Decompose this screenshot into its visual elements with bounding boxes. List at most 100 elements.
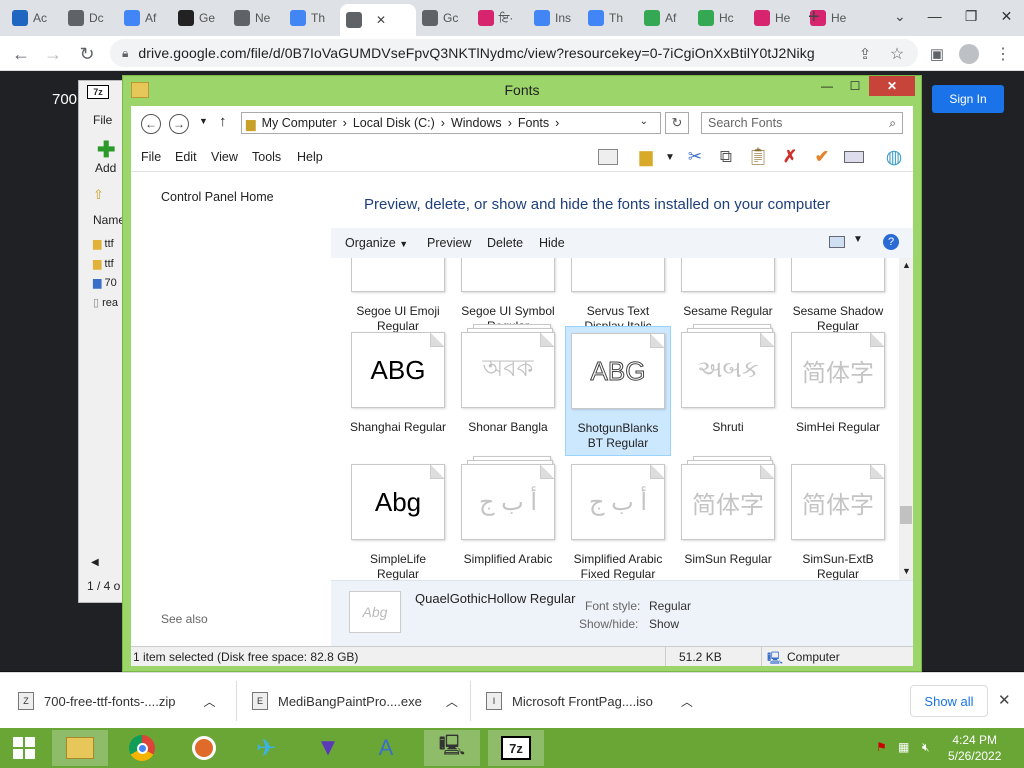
volume-muted-icon[interactable]: 🔇︎ [922, 740, 930, 755]
up-arrow-icon[interactable]: ↑ [219, 113, 227, 130]
browser-tab[interactable]: Ins [528, 6, 582, 30]
chevron-up-icon[interactable]: ︿ [446, 693, 458, 710]
font-item[interactable]: ABG Shanghai Regular [345, 326, 451, 456]
new-tab-button[interactable]: + [808, 6, 820, 29]
sevenzip-menu-file[interactable]: File [93, 113, 112, 127]
add-plus-icon[interactable]: ✚ [97, 137, 115, 163]
menu-file[interactable]: File [141, 150, 161, 164]
profile-avatar[interactable] [956, 41, 982, 67]
search-input[interactable]: Search Fonts ⌕ [701, 112, 903, 134]
copy-icon[interactable]: ⧉ [715, 146, 737, 168]
menu-edit[interactable]: Edit [175, 150, 197, 164]
browser-tab[interactable]: Gc [416, 6, 472, 30]
close-icon[interactable]: ✕ [869, 76, 915, 96]
scroll-down-arrow-icon[interactable]: ▼ [902, 566, 911, 576]
breadcrumb-my-computer[interactable]: My Computer [262, 116, 337, 130]
vertical-scrollbar[interactable]: ▲ ▼ [899, 258, 913, 580]
restore-icon[interactable]: ❐ [965, 8, 978, 25]
organize-button[interactable]: Organize ▼ [345, 236, 408, 250]
close-tab-icon[interactable]: ✕ [376, 13, 386, 27]
breadcrumb-windows[interactable]: Windows [451, 116, 502, 130]
properties-icon[interactable] [843, 146, 865, 168]
back-arrow-icon[interactable]: ← [8, 41, 34, 67]
browser-tab[interactable]: Ge [172, 6, 228, 30]
hide-button[interactable]: Hide [539, 236, 565, 250]
share-icon[interactable]: ⇪ [852, 41, 878, 67]
sevenzip-taskbar-icon[interactable]: 7z [488, 730, 544, 766]
network-icon[interactable]: ▦ [898, 740, 909, 754]
refresh-icon[interactable]: ↻ [665, 112, 689, 134]
browser-tab[interactable]: Dc [62, 6, 118, 30]
view-chevron-icon[interactable]: ▼ [853, 234, 863, 245]
font-item[interactable]: Segoe UI Emoji Regular [345, 258, 451, 334]
folder-options-icon[interactable]: ▆ [635, 146, 657, 168]
installer-taskbar-icon[interactable]: 🖳︎ [424, 730, 480, 766]
font-item[interactable]: ABG ShotgunBlanks BT Regular [565, 326, 671, 456]
scroll-left-arrow-icon[interactable]: ◀ [91, 557, 99, 568]
scroll-thumb[interactable] [900, 506, 912, 524]
font-item[interactable]: Segoe UI SymbolRegular [455, 258, 561, 334]
file-explorer-taskbar-icon[interactable] [52, 730, 108, 766]
browser-tab[interactable]: ✕ [340, 4, 416, 36]
minimize-icon[interactable]: — [813, 76, 841, 96]
sign-in-button[interactable]: Sign In [932, 85, 1004, 113]
font-item[interactable]: 简体字 SimHei Regular [785, 326, 891, 456]
delete-x-icon[interactable]: ✗ [779, 146, 801, 168]
browser-tab[interactable]: He [748, 6, 804, 30]
list-item[interactable]: ▆ 70 [93, 274, 118, 294]
recent-chevron-icon[interactable]: ▼ [199, 116, 208, 126]
chevron-up-icon[interactable]: ︿ [681, 693, 693, 710]
start-windows-icon[interactable] [0, 730, 48, 766]
maximize-icon[interactable]: ☐ [841, 76, 869, 96]
vector-app-taskbar-icon[interactable]: ▼ [300, 730, 356, 766]
font-item[interactable]: Servus TextDisplay Italic [565, 258, 671, 334]
list-item[interactable]: ▯ rea [93, 294, 118, 314]
show-all-button[interactable]: Show all [910, 685, 988, 717]
side-panel-icon[interactable]: ▣ [924, 41, 950, 67]
browser-tab[interactable]: Af [638, 6, 692, 30]
browser-tab[interactable]: Ac [6, 6, 62, 30]
font-item[interactable]: Sesame Regular [675, 258, 781, 319]
forward-arrow-icon[interactable]: → [40, 41, 66, 67]
font-item[interactable]: أ ب ج Simplified Arabic [455, 456, 561, 580]
browser-tab[interactable]: Th [582, 6, 638, 30]
cut-scissors-icon[interactable]: ✂ [684, 146, 706, 168]
layout-pane-icon[interactable] [597, 146, 619, 168]
font-item[interactable]: অবক Shonar Bangla [455, 324, 561, 456]
paint-app-taskbar-icon[interactable] [176, 730, 232, 766]
back-arrow-icon[interactable]: ← [141, 114, 161, 134]
minimize-icon[interactable]: — [928, 8, 942, 24]
chevron-up-icon[interactable]: ︿ [204, 693, 216, 710]
close-window-icon[interactable]: ✕ [1001, 8, 1013, 25]
help-icon[interactable]: ? [883, 234, 899, 250]
download-item-exe[interactable]: E MediBangPaintPro....exe ︿ [252, 683, 458, 719]
browser-tab[interactable]: Hc [692, 6, 748, 30]
font-item[interactable]: Abg SimpleLife Regular [345, 458, 451, 580]
sevenzip-add-label[interactable]: Add [95, 161, 116, 175]
list-item[interactable]: ▆ ttf [93, 235, 118, 255]
menu-tools[interactable]: Tools [252, 150, 281, 164]
checkmark-icon[interactable]: ✔ [811, 146, 833, 168]
menu-help[interactable]: Help [297, 150, 323, 164]
search-icon[interactable]: ⌕ [889, 116, 896, 131]
font-item[interactable]: 简体字 SimSun Regular [675, 456, 781, 580]
paste-clipboard-icon[interactable]: 📋︎ [747, 146, 769, 168]
scroll-up-arrow-icon[interactable]: ▲ [902, 260, 911, 270]
tab-search-chevron-icon[interactable]: ⌄ [894, 8, 906, 25]
menu-view[interactable]: View [211, 150, 238, 164]
list-item[interactable]: ▆ ttf [93, 255, 118, 275]
address-bar[interactable]: 🔒︎ drive.google.com/file/d/0B7IoVaGUMDVs… [110, 39, 918, 67]
folder-options-chevron-icon[interactable]: ▼ [659, 146, 681, 168]
system-clock[interactable]: 4:24 PM 5/26/2022 [948, 732, 1001, 764]
shell-icon[interactable]: ◍ [883, 146, 905, 168]
action-center-flag-icon[interactable]: ⚑ [876, 740, 887, 754]
download-item-iso[interactable]: I Microsoft FrontPag....iso ︿ [486, 683, 693, 719]
reload-icon[interactable]: ↻ [74, 41, 100, 67]
font-item[interactable]: 简体字 SimSun-ExtB Regular [785, 458, 891, 580]
download-item-zip[interactable]: Z 700-free-ttf-fonts-....zip ︿ [18, 683, 216, 719]
browser-tab[interactable]: Ne [228, 6, 284, 30]
preview-button[interactable]: Preview [427, 236, 471, 250]
menu-kebab-icon[interactable]: ⋮ [990, 41, 1016, 67]
font-app-taskbar-icon[interactable]: A [358, 730, 414, 766]
font-item[interactable]: Sesame Shadow Regular [785, 258, 891, 334]
